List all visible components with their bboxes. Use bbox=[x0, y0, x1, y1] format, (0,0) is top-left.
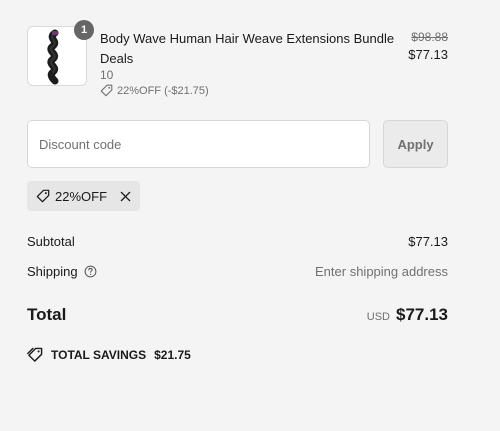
discount-code-input[interactable] bbox=[27, 120, 370, 168]
shipping-label: Shipping bbox=[27, 263, 78, 279]
price-column: $98.88 $77.13 bbox=[408, 29, 448, 65]
quantity-badge: 1 bbox=[74, 20, 94, 40]
subtotal-label: Subtotal bbox=[27, 233, 75, 249]
double-tag-icon bbox=[27, 347, 43, 362]
tag-icon bbox=[100, 84, 113, 97]
currency-code: USD bbox=[366, 311, 390, 323]
product-discount: 22%OFF (-$21.75) bbox=[100, 84, 209, 97]
shipping-value: Enter shipping address bbox=[315, 263, 448, 279]
shipping-row: Shipping Enter shipping address bbox=[27, 261, 448, 281]
shipping-label-group: Shipping bbox=[27, 264, 97, 279]
total-row: Total USD $77.13 bbox=[27, 302, 448, 328]
product-discount-label: 22%OFF (-$21.75) bbox=[117, 84, 209, 97]
line-item: 1 Body Wave Human Hair Weave Extensions … bbox=[27, 20, 448, 106]
tag-icon bbox=[36, 189, 50, 203]
total-value: $77.13 bbox=[396, 305, 448, 324]
savings-value: $21.75 bbox=[154, 347, 191, 362]
subtotal-value: $77.13 bbox=[408, 233, 448, 249]
total-savings: TOTAL SAVINGS $21.75 bbox=[27, 347, 191, 362]
applied-discount-chip: 22%OFF bbox=[27, 181, 141, 211]
remove-discount-button[interactable] bbox=[118, 189, 132, 203]
product-variant: 10 bbox=[100, 68, 114, 82]
savings-label: TOTAL SAVINGS bbox=[51, 347, 147, 362]
total-amount-group: USD $77.13 bbox=[367, 305, 448, 325]
original-price: $98.88 bbox=[411, 30, 448, 44]
applied-discount-code: 22%OFF bbox=[55, 188, 108, 204]
discounted-price: $77.13 bbox=[408, 47, 448, 62]
info-icon[interactable] bbox=[84, 265, 97, 278]
close-icon bbox=[120, 191, 130, 201]
product-title: Body Wave Human Hair Weave Extensions Bu… bbox=[100, 31, 395, 66]
apply-button[interactable]: Apply bbox=[383, 120, 448, 168]
total-label: Total bbox=[27, 305, 67, 324]
discount-code-row: Apply bbox=[27, 120, 448, 168]
subtotal-row: Subtotal $77.13 bbox=[27, 231, 448, 251]
order-summary: 1 Body Wave Human Hair Weave Extensions … bbox=[0, 0, 500, 431]
product-image: 1 bbox=[27, 20, 94, 86]
